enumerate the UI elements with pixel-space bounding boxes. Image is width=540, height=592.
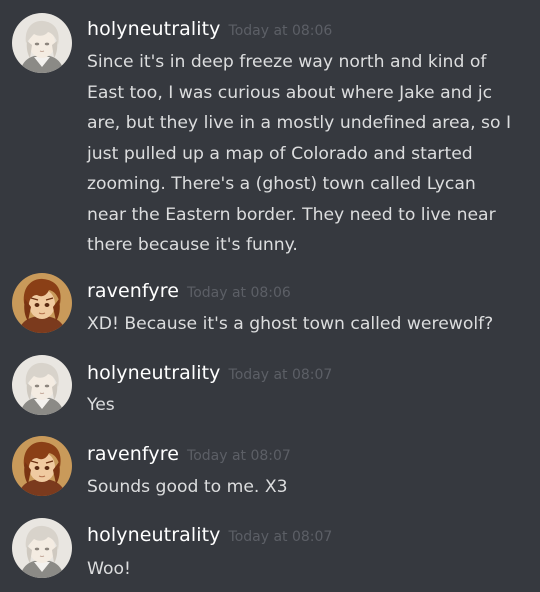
ravenfyre-avatar[interactable]: [12, 436, 72, 496]
username[interactable]: holyneutrality: [87, 524, 221, 546]
message-header: holyneutrality Today at 08:07: [87, 362, 332, 384]
ravenfyre-avatar[interactable]: [12, 273, 72, 333]
message-text: Since it's in deep freeze way north and …: [87, 52, 512, 255]
message-header: holyneutrality Today at 08:06: [87, 18, 332, 40]
message-header: holyneutrality Today at 08:07: [87, 524, 332, 546]
holyneutrality-avatar[interactable]: [12, 13, 72, 73]
username[interactable]: holyneutrality: [87, 362, 221, 384]
message-header: ravenfyre Today at 08:06: [87, 280, 291, 302]
message-header: ravenfyre Today at 08:07: [87, 443, 291, 465]
username[interactable]: ravenfyre: [87, 443, 179, 465]
username[interactable]: ravenfyre: [87, 280, 179, 302]
holyneutrality-avatar[interactable]: [12, 518, 72, 578]
holyneutrality-avatar[interactable]: [12, 355, 72, 415]
message-text: Woo!: [87, 559, 131, 579]
timestamp: Today at 08:06: [187, 285, 291, 301]
username[interactable]: holyneutrality: [87, 18, 221, 40]
message-text: Yes: [87, 395, 115, 415]
timestamp: Today at 08:06: [228, 23, 333, 39]
timestamp: Today at 08:07: [228, 529, 333, 545]
timestamp: Today at 08:07: [187, 448, 291, 464]
message-text: Sounds good to me. X3: [87, 477, 288, 497]
timestamp: Today at 08:07: [228, 367, 333, 383]
message-text: XD! Because it's a ghost town called wer…: [87, 314, 494, 334]
chat-message-list: holyneutrality Today at 08:06 Since it's …: [0, 0, 540, 592]
